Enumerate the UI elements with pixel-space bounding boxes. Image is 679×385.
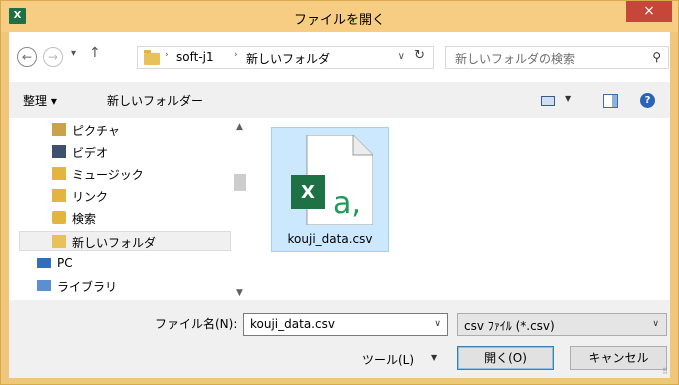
videos-icon — [52, 145, 66, 158]
sidebar-item-label: ライブラリ — [57, 280, 118, 294]
breadcrumb-soft-j1[interactable]: soft-j1 — [176, 50, 214, 64]
address-bar[interactable]: › soft-j1 › 新しいフォルダ ∨ ↻ — [137, 46, 434, 69]
csv-glyph: a, — [333, 186, 361, 221]
sidebar-item-new-folder[interactable]: 新しいフォルダ — [19, 231, 231, 251]
file-name: kouji_data.csv — [287, 232, 373, 246]
excel-badge-letter: X — [301, 182, 315, 203]
toolbar: 整理 ▾ 新しいフォルダー ▼ ? — [9, 82, 670, 118]
open-button[interactable]: 開く(O) — [457, 346, 554, 370]
change-view-icon[interactable] — [541, 96, 555, 106]
sidebar-item-pictures[interactable]: ピクチャ — [52, 120, 172, 140]
search-input[interactable]: 新しいフォルダの検索 ⚲ — [445, 46, 669, 69]
dialog-footer: ファイル名(N): kouji_data.csv ∨ csv ﾌｧｲﾙ (*.c… — [9, 300, 670, 378]
scroll-up-icon[interactable]: ▲ — [236, 122, 243, 132]
music-icon — [52, 167, 66, 180]
sidebar-item-music[interactable]: ミュージック — [52, 164, 172, 184]
sidebar-item-label: ビデオ — [72, 146, 109, 160]
sidebar-item-libraries[interactable]: ライブラリ — [37, 276, 157, 296]
navigation-pane: ピクチャ ビデオ ミュージック リンク 検索 新しいフォルダ PC ライブラリ … — [9, 118, 247, 300]
scrollbar-thumb[interactable] — [234, 174, 246, 191]
sidebar-item-label: 新しいフォルダ — [72, 236, 157, 250]
scroll-down-icon[interactable]: ▼ — [236, 288, 243, 298]
pictures-icon — [52, 123, 66, 136]
breadcrumb-separator-icon[interactable]: › — [234, 50, 238, 60]
excel-csv-file-icon: X a, — [291, 135, 373, 225]
help-icon[interactable]: ? — [640, 93, 655, 108]
address-row: ← → ▾ ↑ › soft-j1 › 新しいフォルダ ∨ ↻ 新しいフォルダの… — [9, 32, 670, 82]
file-open-dialog: X ファイルを開く × ← → ▾ ↑ › soft-j1 › 新しいフォルダ … — [0, 0, 679, 385]
nav-pane-scrollbar[interactable]: ▲ ▼ — [233, 118, 247, 300]
close-button[interactable]: × — [626, 1, 672, 22]
recent-locations-dropdown[interactable]: ▾ — [71, 48, 76, 59]
view-options-dropdown-icon[interactable]: ▼ — [565, 94, 571, 103]
search-icon[interactable]: ⚲ — [652, 50, 661, 64]
filetype-select[interactable]: csv ﾌｧｲﾙ (*.csv) ∨ — [457, 313, 667, 336]
sidebar-item-label: 検索 — [72, 212, 97, 226]
pc-icon — [37, 258, 51, 268]
breadcrumb-separator-icon[interactable]: › — [165, 50, 169, 60]
folder-icon — [52, 235, 66, 248]
links-icon — [52, 189, 66, 202]
up-button[interactable]: ↑ — [89, 45, 101, 61]
refresh-icon[interactable]: ↻ — [414, 48, 425, 63]
filename-dropdown-icon[interactable]: ∨ — [434, 319, 441, 329]
sidebar-item-label: ミュージック — [72, 168, 144, 182]
file-item[interactable]: X a, kouji_data.csv — [271, 127, 389, 252]
file-list-pane: X a, kouji_data.csv — [247, 118, 670, 300]
organize-button[interactable]: 整理 ▾ — [23, 92, 57, 109]
sidebar-item-pc[interactable]: PC — [37, 254, 157, 274]
sidebar-item-label: ピクチャ — [72, 124, 120, 138]
search-placeholder: 新しいフォルダの検索 — [455, 52, 576, 66]
cancel-button[interactable]: キャンセル — [570, 346, 667, 370]
filetype-dropdown-icon[interactable]: ∨ — [652, 319, 659, 329]
preview-pane-icon[interactable] — [603, 94, 618, 108]
filename-field[interactable]: kouji_data.csv ∨ — [243, 313, 448, 336]
sidebar-item-searches[interactable]: 検索 — [52, 208, 172, 228]
sidebar-item-label: リンク — [72, 190, 109, 204]
sidebar-item-links[interactable]: リンク — [52, 186, 172, 206]
searches-icon — [52, 211, 66, 224]
dialog-client-area: ← → ▾ ↑ › soft-j1 › 新しいフォルダ ∨ ↻ 新しいフォルダの… — [9, 32, 670, 378]
forward-button[interactable]: → — [43, 47, 63, 67]
title-bar[interactable]: X ファイルを開く × — [1, 1, 678, 32]
resize-grip-icon[interactable]: ⠿ — [662, 367, 668, 376]
sidebar-item-videos[interactable]: ビデオ — [52, 142, 172, 162]
tools-dropdown-icon[interactable]: ▼ — [431, 353, 437, 362]
breadcrumb-new-folder[interactable]: 新しいフォルダ — [246, 50, 330, 67]
filetype-value: csv ﾌｧｲﾙ (*.csv) — [464, 319, 555, 333]
tools-button[interactable]: ツール(L) — [362, 351, 414, 368]
filename-label: ファイル名(N): — [155, 317, 238, 331]
address-dropdown-icon[interactable]: ∨ — [398, 51, 405, 62]
window-title: ファイルを開く — [293, 13, 385, 28]
libraries-icon — [37, 280, 51, 291]
new-folder-button[interactable]: 新しいフォルダー — [107, 92, 203, 109]
sidebar-item-label: PC — [57, 256, 73, 270]
folder-icon — [144, 50, 160, 65]
filename-value[interactable]: kouji_data.csv — [250, 317, 335, 331]
back-button[interactable]: ← — [17, 47, 37, 67]
